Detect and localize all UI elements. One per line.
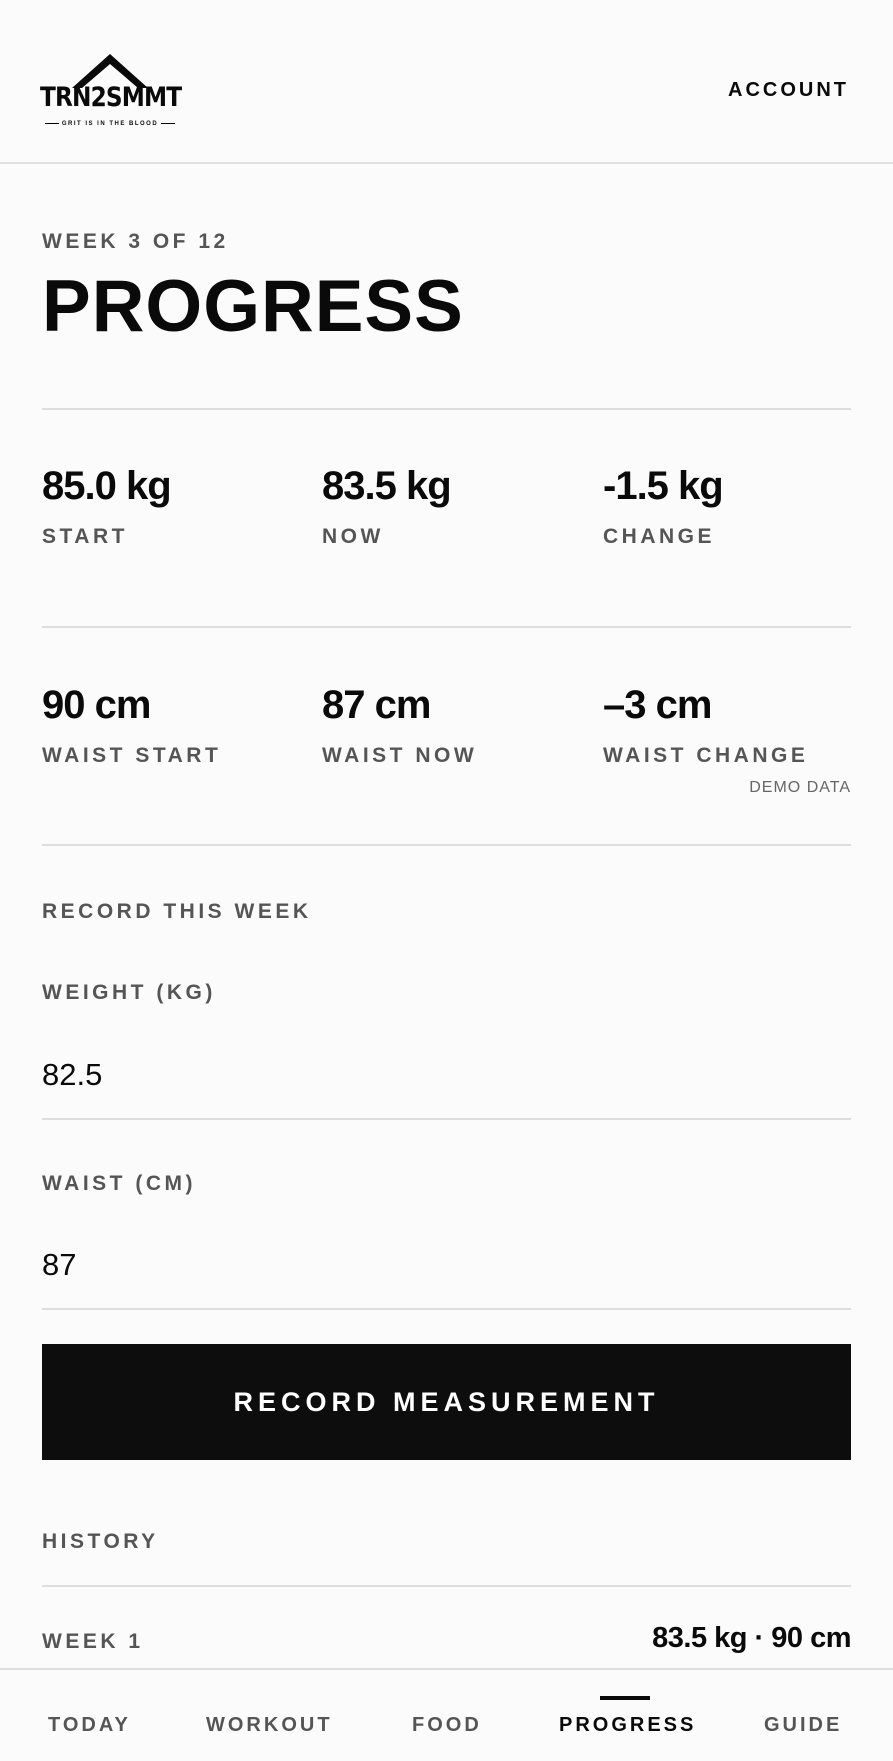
stat-label: WAIST NOW xyxy=(322,744,478,767)
tab-food[interactable]: FOOD xyxy=(412,1714,482,1737)
stat-label: CHANGE xyxy=(603,525,716,548)
weight-input[interactable] xyxy=(42,1050,851,1100)
weight-change-stat: -1.5 kg CHANGE xyxy=(603,463,863,549)
demo-data-note: DEMO DATA xyxy=(749,779,851,796)
weight-field-label: WEIGHT (KG) xyxy=(42,981,216,1004)
page-title: PROGRESS xyxy=(42,266,464,347)
tab-progress[interactable]: PROGRESS xyxy=(559,1714,696,1737)
tab-workout[interactable]: WORKOUT xyxy=(206,1714,333,1737)
stat-value: 90 cm xyxy=(42,683,151,727)
weight-now-stat: 83.5 kg NOW xyxy=(322,463,582,549)
waist-start-stat: 90 cm WAIST START xyxy=(42,682,302,768)
waist-change-stat: –3 cm WAIST CHANGE xyxy=(603,682,863,768)
history-section-title: HISTORY xyxy=(42,1530,159,1553)
divider xyxy=(42,626,851,628)
stat-value: –3 cm xyxy=(603,683,712,727)
weight-start-stat: 85.0 kg START xyxy=(42,463,302,549)
waist-now-stat: 87 cm WAIST NOW xyxy=(322,682,582,768)
weight-input-underline xyxy=(42,1118,851,1120)
app-header: TRN2SMMT GRIT IS IN THE BLOOD ACCOUNT xyxy=(0,0,893,164)
bottom-tab-bar: TODAY WORKOUT FOOD PROGRESS GUIDE xyxy=(0,1668,893,1761)
stat-value: 87 cm xyxy=(322,683,431,727)
stat-label: NOW xyxy=(322,525,384,548)
tab-today[interactable]: TODAY xyxy=(48,1714,131,1737)
divider xyxy=(42,1585,851,1587)
brand-logo[interactable]: TRN2SMMT GRIT IS IN THE BLOOD xyxy=(40,52,182,134)
waist-field-label: WAIST (CM) xyxy=(42,1172,196,1195)
record-measurement-button[interactable]: RECORD MEASUREMENT xyxy=(42,1344,851,1460)
stat-value: 85.0 kg xyxy=(42,464,172,508)
waist-input-underline xyxy=(42,1308,851,1310)
record-section-title: RECORD THIS WEEK xyxy=(42,900,312,923)
history-week-label: WEEK 1 xyxy=(42,1630,144,1653)
active-tab-indicator xyxy=(600,1696,650,1700)
history-row[interactable]: WEEK 1 83.5 kg · 90 cm xyxy=(42,1620,851,1660)
divider xyxy=(42,844,851,846)
account-button[interactable]: ACCOUNT xyxy=(728,79,849,102)
waist-input[interactable] xyxy=(42,1240,851,1290)
stat-label: WAIST START xyxy=(42,744,222,767)
logo-wordmark: TRN2SMMT xyxy=(40,82,182,113)
stat-label: START xyxy=(42,525,128,548)
stat-value: 83.5 kg xyxy=(322,464,452,508)
week-indicator: WEEK 3 OF 12 xyxy=(42,230,229,253)
logo-tagline: GRIT IS IN THE BLOOD xyxy=(40,121,180,127)
stat-value: -1.5 kg xyxy=(603,464,724,508)
tab-guide[interactable]: GUIDE xyxy=(764,1714,842,1737)
history-week-value: 83.5 kg · 90 cm xyxy=(652,1622,851,1654)
stat-label: WAIST CHANGE xyxy=(603,744,809,767)
divider xyxy=(42,408,851,410)
